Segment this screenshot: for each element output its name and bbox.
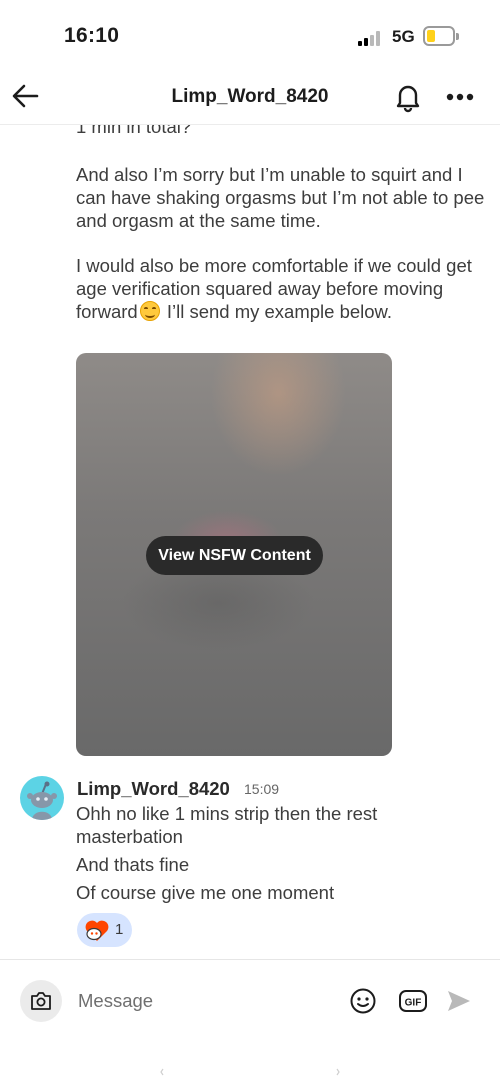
- snoo-avatar-icon: [27, 781, 57, 820]
- battery-icon: [423, 26, 459, 46]
- smiley-icon: [350, 988, 376, 1014]
- signal-icon: [358, 30, 384, 46]
- view-nsfw-content-button[interactable]: View NSFW Content: [146, 536, 323, 575]
- chat-header: Limp_Word_8420: [0, 70, 500, 125]
- status-bar: 16:10 5G: [0, 0, 500, 70]
- message-text: And thats fine: [76, 854, 190, 875]
- gif-label: GIF: [405, 998, 422, 1009]
- more-dots-icon: [446, 93, 474, 101]
- home-indicator: [160, 1064, 340, 1076]
- camera-icon: [31, 992, 51, 1010]
- message-timestamp: 15:09: [244, 781, 280, 797]
- message-text: I would also be more comfortable if we c…: [76, 254, 486, 323]
- message-text: And also I’m sorry but I’m unable to squ…: [76, 164, 485, 231]
- smiling-face-emoji-icon: [139, 301, 160, 321]
- bell-icon: [396, 85, 420, 113]
- gif-button[interactable]: GIF: [398, 988, 428, 1014]
- reaction-badge[interactable]: 1: [77, 913, 132, 947]
- message-text: Of course give me one moment: [76, 882, 335, 903]
- send-button[interactable]: [446, 989, 472, 1013]
- message-list[interactable]: 1 min in total? And also I’m sorry but I…: [0, 124, 500, 959]
- chat-title: Limp_Word_8420: [171, 86, 329, 107]
- camera-button[interactable]: [20, 980, 62, 1022]
- message-input[interactable]: [78, 986, 328, 1016]
- message-text: 1 min in total?: [76, 124, 192, 137]
- message-composer: GIF: [0, 959, 500, 1085]
- reaction-count: 1: [115, 921, 124, 938]
- emoji-button[interactable]: [349, 987, 377, 1015]
- status-time: 16:10: [64, 24, 120, 47]
- notifications-button[interactable]: [392, 81, 424, 113]
- avatar[interactable]: [20, 776, 64, 820]
- send-icon: [448, 991, 470, 1011]
- message-text: Ohh no like 1 mins strip then the rest m…: [76, 803, 378, 847]
- sender-name[interactable]: Limp_Word_8420: [77, 778, 230, 800]
- message-text-part: I’ll send my example below.: [161, 301, 393, 322]
- network-label: 5G: [392, 27, 415, 46]
- gif-icon: GIF: [399, 990, 427, 1012]
- more-options-button[interactable]: [444, 81, 476, 113]
- heart-snoo-icon: [85, 920, 109, 941]
